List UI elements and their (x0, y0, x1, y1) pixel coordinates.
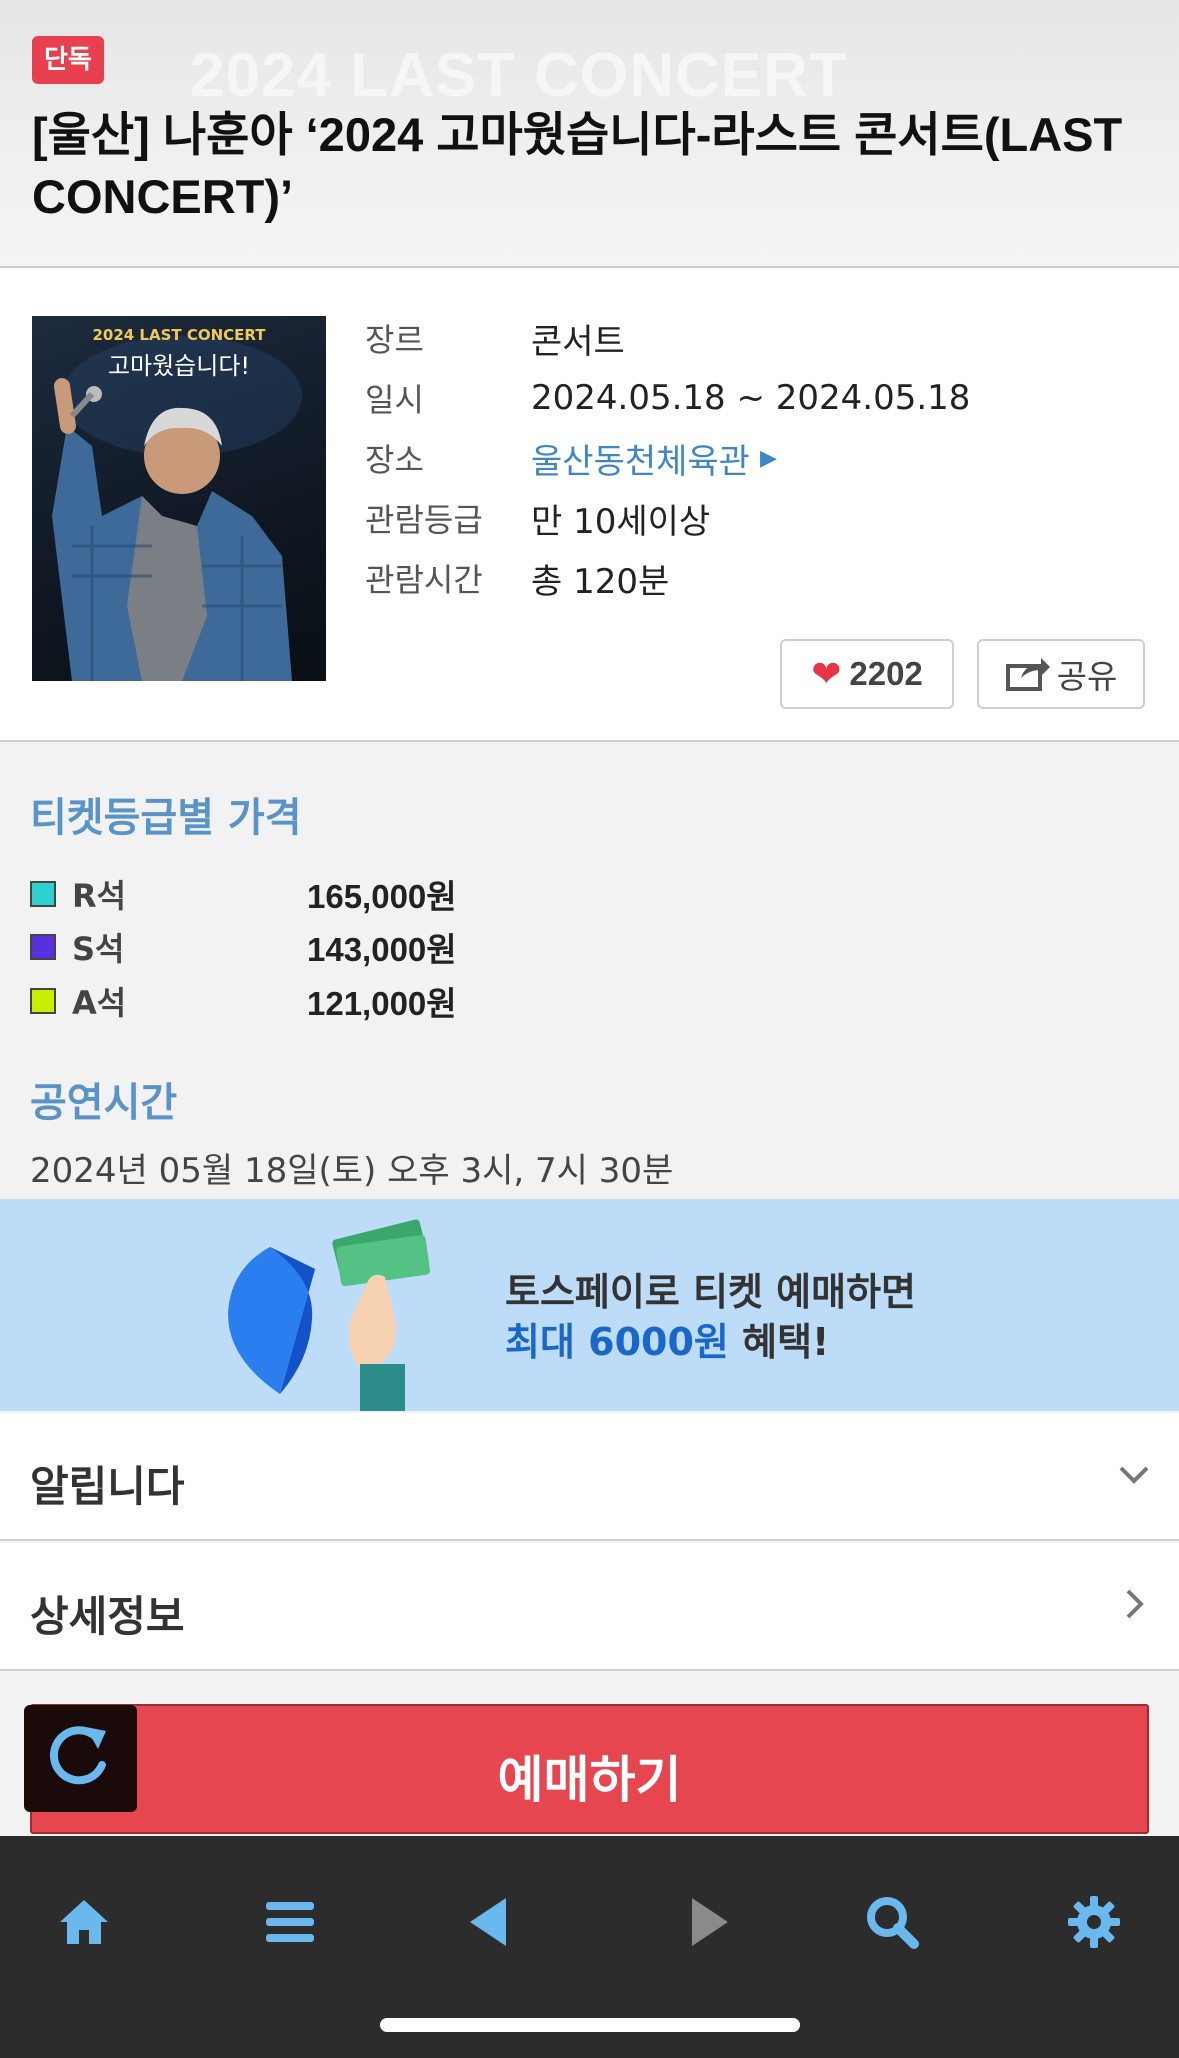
bottom-navigation-bar (0, 1836, 1179, 2058)
promo-line2: 최대 6000원 혜택! (505, 1317, 916, 1367)
price-row-a: A석 121,000원 (30, 976, 457, 1026)
reserve-label: 예매하기 (497, 1751, 682, 1809)
refresh-button[interactable] (24, 1705, 137, 1812)
info-row-duration: 관람시간 총 120분 (365, 548, 970, 608)
like-button[interactable]: ❤ 2202 (780, 639, 954, 709)
info-key: 관람등급 (365, 501, 483, 539)
price-section-title: 티켓등급별 가격 (30, 795, 302, 841)
seat-color-swatch (30, 881, 56, 907)
poster-caption: 2024 LAST CONCERT (92, 326, 266, 344)
menu-icon[interactable] (260, 1892, 320, 1952)
caret-right-icon: ▶ (759, 445, 777, 471)
promo-text: 토스페이로 티켓 예매하면 최대 6000원 혜택! (505, 1267, 916, 1367)
showtime-section-title: 공연시간 (30, 1080, 178, 1126)
info-value: 만 10세이상 (531, 501, 711, 542)
header-watermark: 2024 LAST CONCERT (190, 41, 848, 110)
search-icon[interactable] (862, 1892, 922, 1952)
seat-color-swatch (30, 988, 56, 1014)
notice-label: 알립니다 (30, 1462, 185, 1511)
event-poster[interactable]: 2024 LAST CONCERT 고마웠습니다! (32, 316, 326, 681)
back-icon[interactable] (460, 1892, 520, 1952)
home-indicator[interactable] (380, 2018, 800, 2032)
toss-pay-promo-banner[interactable]: 토스페이로 티켓 예매하면 최대 6000원 혜택! (0, 1199, 1179, 1411)
details-label: 상세정보 (30, 1592, 185, 1641)
seat-price: 121,000원 (307, 985, 457, 1022)
page-header: 2024 LAST CONCERT 단독 [울산] 나훈아 ‘2024 고마웠습… (0, 0, 1179, 268)
toss-megaphone-icon (228, 1219, 431, 1411)
info-value: 2024.05.18 ~ 2024.05.18 (531, 378, 971, 418)
seat-price: 143,000원 (307, 931, 457, 968)
exclusive-badge: 단독 (32, 36, 104, 84)
info-key: 장소 (365, 441, 424, 479)
info-key: 관람시간 (365, 561, 483, 599)
share-icon (1005, 658, 1050, 691)
seat-price: 165,000원 (307, 878, 457, 915)
promo-highlight: 최대 6000원 (505, 1320, 729, 1364)
poster-subtitle: 고마웠습니다! (107, 352, 251, 380)
showtime-text: 2024년 05월 18일(토) 오후 3시, 7시 30분 (30, 1151, 674, 1191)
price-row-r: R석 165,000원 (30, 869, 457, 919)
refresh-icon (49, 1726, 106, 1785)
heart-icon: ❤ (811, 653, 842, 695)
home-icon[interactable] (54, 1892, 114, 1952)
seat-grade: R석 (72, 877, 127, 915)
info-table: 장르 콘서트 일시 2024.05.18 ~ 2024.05.18 장소 울산동… (365, 308, 970, 608)
seat-grade: A석 (72, 984, 127, 1022)
chevron-down-icon (1119, 1466, 1149, 1484)
settings-icon[interactable] (1064, 1892, 1124, 1952)
notice-accordion[interactable]: 알립니다 (0, 1413, 1179, 1541)
share-button[interactable]: 공유 (977, 639, 1145, 709)
page-title: [울산] 나훈아 ‘2024 고마웠습니다-라스트 콘서트(LAST CONCE… (32, 108, 1123, 223)
info-key: 장르 (365, 321, 424, 359)
info-row-genre: 장르 콘서트 (365, 308, 970, 368)
seat-color-swatch (30, 934, 56, 960)
info-key: 일시 (365, 381, 424, 419)
info-value: 콘서트 (531, 321, 625, 362)
info-row-venue: 장소 울산동천체육관 ▶ (365, 428, 970, 488)
venue-link[interactable]: 울산동천체육관 ▶ (531, 434, 777, 483)
promo-line1: 토스페이로 티켓 예매하면 (505, 1270, 917, 1314)
chevron-right-icon (1126, 1589, 1144, 1619)
seat-grade: S석 (72, 930, 125, 968)
like-count: 2202 (849, 655, 923, 692)
details-accordion[interactable]: 상세정보 (0, 1543, 1179, 1671)
venue-link-label: 울산동천체육관 (531, 441, 750, 482)
share-label: 공유 (1056, 657, 1118, 696)
info-row-rating: 관람등급 만 10세이상 (365, 488, 970, 548)
info-value: 총 120분 (531, 561, 670, 602)
promo-suffix: 혜택! (728, 1320, 830, 1364)
forward-icon[interactable] (678, 1892, 738, 1952)
price-row-s: S석 143,000원 (30, 922, 457, 972)
info-row-date: 일시 2024.05.18 ~ 2024.05.18 (365, 368, 970, 428)
reserve-button[interactable]: 예매하기 (30, 1704, 1149, 1834)
event-info-section: 2024 LAST CONCERT 고마웠습니다! 장르 콘서트 일시 2024… (0, 268, 1179, 742)
